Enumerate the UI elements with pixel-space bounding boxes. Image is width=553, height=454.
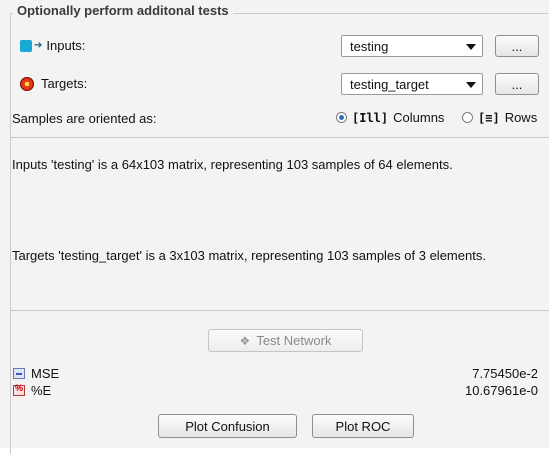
plot-confusion-button[interactable]: Plot Confusion: [158, 414, 297, 438]
plot-roc-button[interactable]: Plot ROC: [312, 414, 414, 438]
inputs-label: Inputs:: [46, 38, 86, 53]
mse-icon: [13, 368, 25, 379]
targets-select[interactable]: testing_target: [341, 73, 483, 95]
rows-label: Rows: [504, 110, 538, 125]
separator-top: [10, 137, 549, 138]
inputs-row: ➔ Inputs:: [20, 38, 85, 53]
targets-select-value: testing_target: [350, 77, 429, 92]
targets-info-text: Targets 'testing_target' is a 3x103 matr…: [12, 248, 486, 263]
columns-icon: [Ill]: [352, 110, 389, 125]
targets-label: Targets:: [41, 76, 88, 91]
inputs-select-value: testing: [350, 39, 389, 54]
target-icon: [20, 76, 34, 91]
test-network-label: Test Network: [256, 333, 332, 348]
inputs-info-text: Inputs 'testing' is a 64x103 matrix, rep…: [12, 157, 453, 172]
percent-error-icon: [13, 383, 25, 396]
group-title: Optionally perform additonal tests: [13, 3, 233, 18]
inputs-browse-button[interactable]: ...: [495, 35, 539, 57]
network-icon: ❖: [239, 333, 251, 348]
rows-option[interactable]: [≡] Rows: [462, 110, 537, 125]
orientation-label: Samples are oriented as:: [12, 111, 157, 126]
rows-radio[interactable]: [462, 112, 473, 123]
orientation-row: Samples are oriented as:: [12, 111, 157, 126]
columns-option[interactable]: [Ill] Columns: [336, 110, 444, 125]
test-network-button[interactable]: ❖ Test Network: [208, 329, 363, 352]
chevron-down-icon: [466, 44, 476, 50]
mse-value: 7.75450e-2: [472, 366, 538, 381]
targets-row: Targets:: [20, 76, 87, 91]
inputs-select[interactable]: testing: [341, 35, 483, 57]
chevron-down-icon: [466, 82, 476, 88]
targets-browse-button[interactable]: ...: [495, 73, 539, 95]
percent-error-value: 10.67961e-0: [464, 383, 538, 398]
columns-radio[interactable]: [336, 112, 347, 123]
separator-bottom: [10, 310, 549, 311]
percent-error-row: %E: [13, 383, 51, 398]
rows-icon: [≡]: [478, 110, 500, 125]
percent-error-label: %E: [31, 383, 52, 398]
columns-label: Columns: [393, 110, 445, 125]
test-panel: Optionally perform additonal tests ➔ Inp…: [0, 0, 549, 454]
mse-row: MSE: [13, 366, 59, 381]
inputs-icon: [20, 39, 32, 52]
arrow-right-icon: ➔: [34, 39, 43, 51]
mse-label: MSE: [31, 366, 60, 381]
